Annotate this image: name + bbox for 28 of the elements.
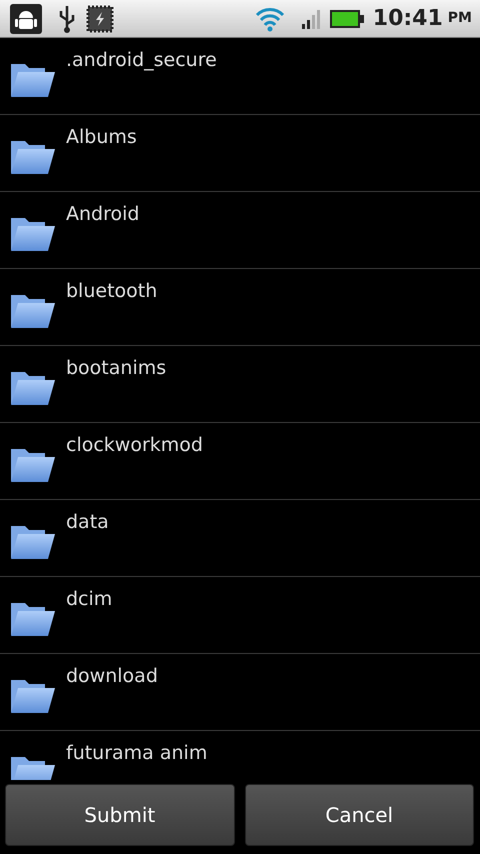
battery-icon (328, 8, 365, 30)
folder-name: dcim (66, 589, 112, 610)
folder-name: bluetooth (66, 281, 158, 302)
dialog-button[interactable]: Cancel (244, 784, 474, 846)
folder-row[interactable]: Albums (0, 115, 480, 192)
folder-name: Android (66, 204, 140, 225)
folder-row[interactable]: bluetooth (0, 269, 480, 346)
clock-time: 10:41 (372, 8, 443, 30)
folder-row[interactable]: download (0, 654, 480, 731)
folder-name: Albums (66, 127, 137, 148)
folder-name: futurama anim (66, 743, 208, 764)
signal-icon (300, 8, 321, 30)
folder-row[interactable]: Android (0, 192, 480, 269)
folder-row[interactable]: bootanims (0, 346, 480, 423)
folder-name: .android_secure (66, 50, 217, 71)
clock-meridiem: PM (448, 9, 472, 28)
folder-name: bootanims (66, 358, 166, 379)
folder-row[interactable]: clockworkmod (0, 423, 480, 500)
folder-row[interactable]: data (0, 500, 480, 577)
folder-name: clockworkmod (66, 435, 203, 456)
usb-icon (58, 4, 76, 34)
folder-row[interactable]: .android_secure (0, 38, 480, 115)
folder-name: data (66, 512, 109, 533)
folder-row[interactable]: dcim (0, 577, 480, 654)
folder-name: download (66, 666, 158, 687)
android-icon (10, 4, 42, 34)
dialog-button[interactable]: Submit (5, 784, 234, 846)
wifi-icon (254, 6, 285, 32)
